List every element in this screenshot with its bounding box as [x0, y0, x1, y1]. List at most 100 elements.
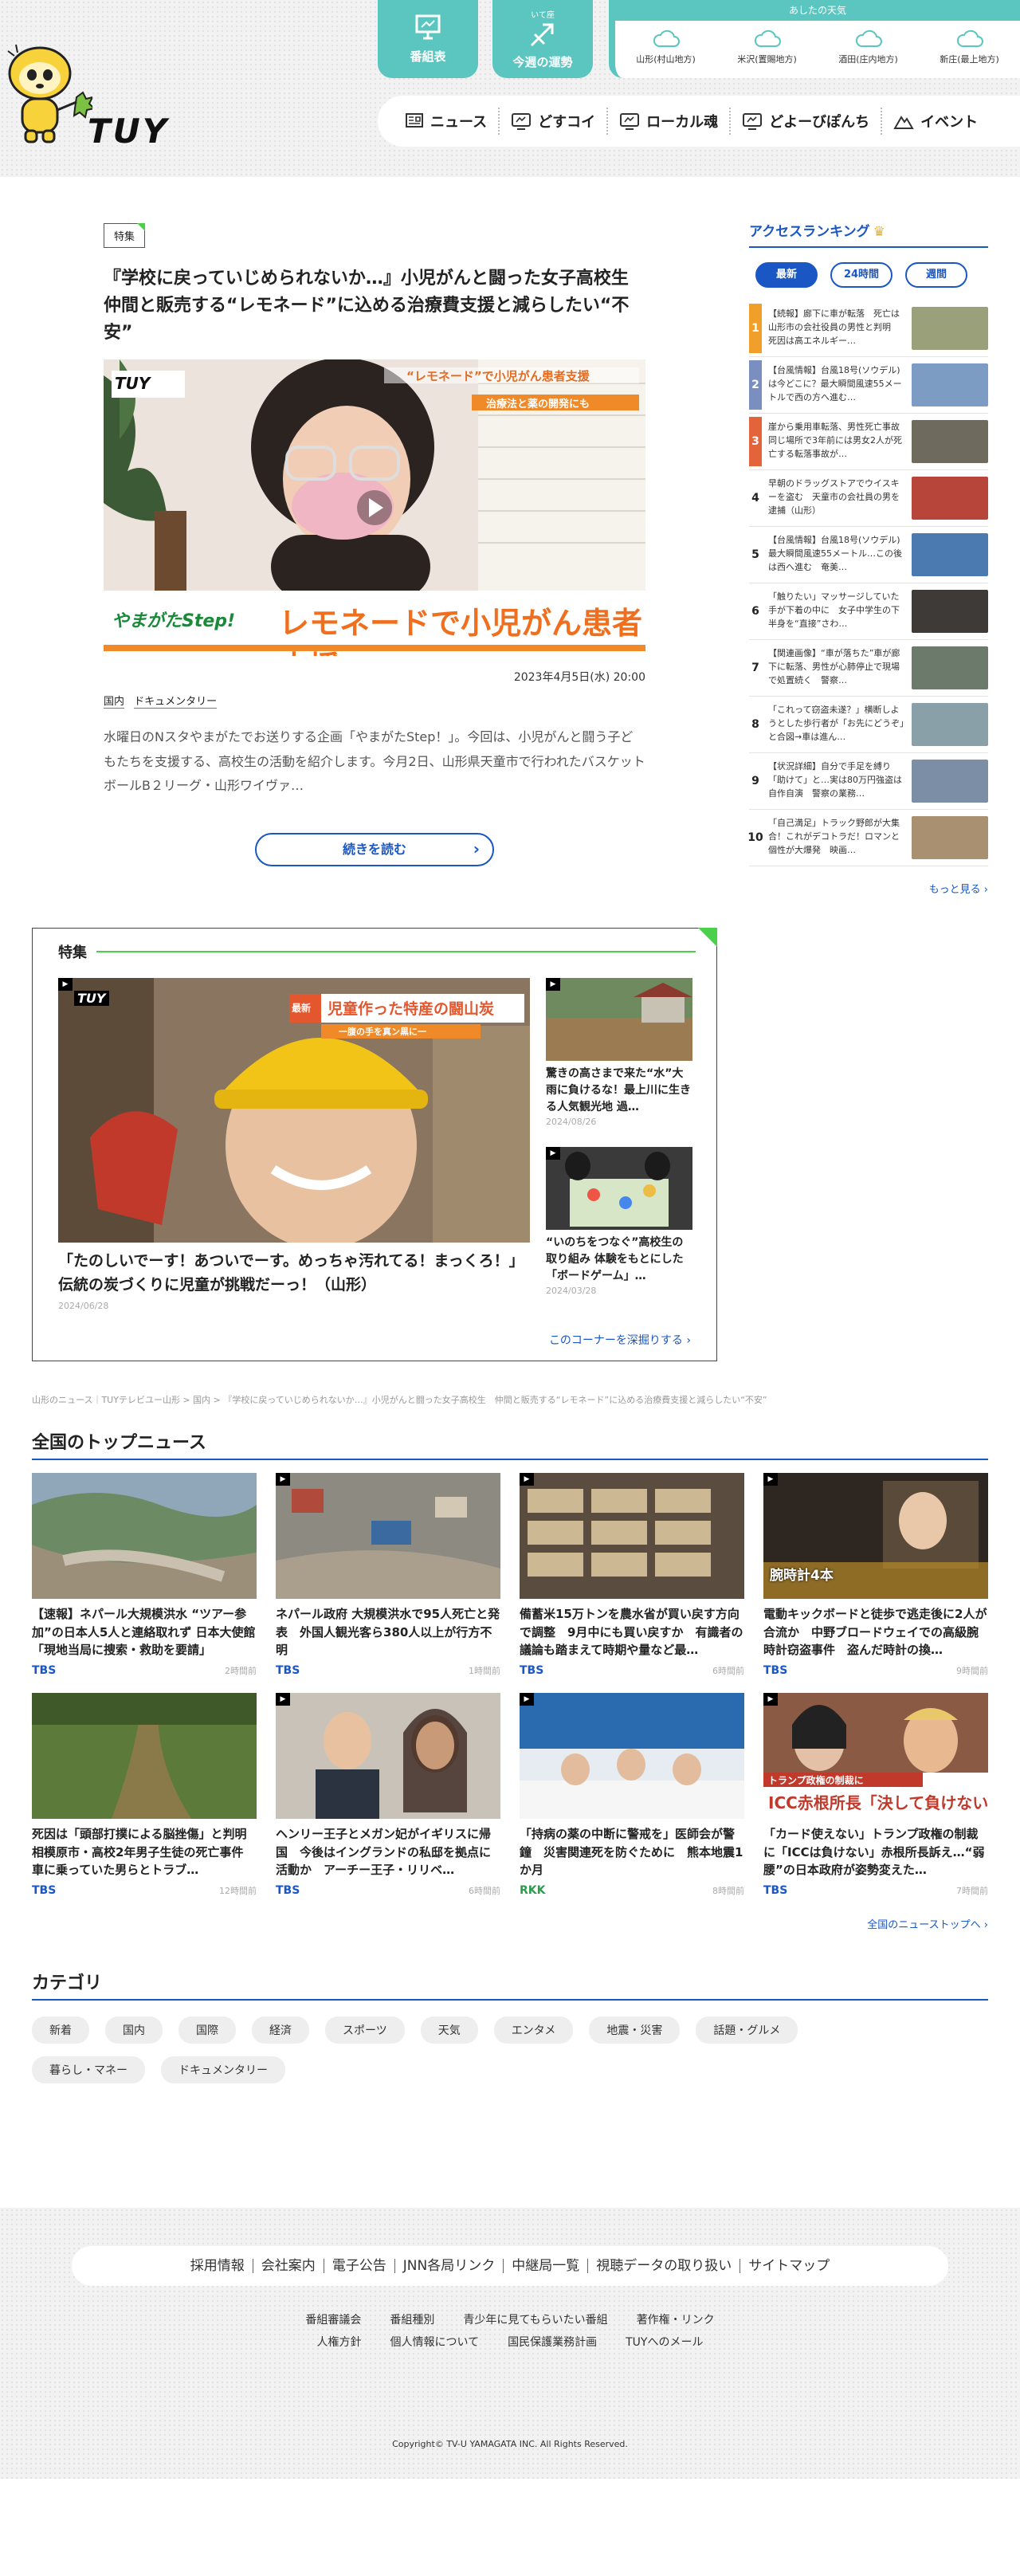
nav-dosukoi[interactable]: どすコイ — [500, 108, 609, 135]
footer-link[interactable]: 国民保護業務計画 — [508, 2334, 597, 2350]
weather-widget[interactable]: あしたの天気 山形(村山地方) 米沢(置賜地方) 酒田(庄内地方) 新庄(最上地… — [609, 0, 1020, 78]
news-image[interactable]: ▶ トランプ政権の制裁に ICC赤根所長「決して負けない」 — [763, 1693, 988, 1819]
news-image[interactable]: ▶ 腕時計4本 — [763, 1473, 988, 1599]
special-main-article[interactable]: ▶ TUY 最新 児童作った特産の闘山炭 一腹の手を真ン黒に一 「たのしいでーす… — [58, 978, 530, 1311]
news-image[interactable]: ▶ — [520, 1693, 744, 1819]
news-title[interactable]: ヘンリー王子とメガン妃がイギリスに帰国 今後はイングランドの私邸を拠点に活動か … — [276, 1825, 500, 1879]
category-chip[interactable]: 地震・災害 — [589, 2016, 681, 2044]
weather-city[interactable]: 米沢(置賜地方) — [724, 29, 811, 65]
ranking-item[interactable]: 4 早朝のドラッグストアでウイスキーを盗む 天童市の会社員の男を逮捕（山形） — [749, 470, 988, 527]
tag-link[interactable]: 国内 — [104, 696, 125, 709]
news-image[interactable]: ▶ — [276, 1693, 500, 1819]
news-image[interactable] — [32, 1693, 257, 1819]
news-title[interactable]: 【速報】ネパール大規模洪水 “ツアー参加”の日本人5人と連絡取れず 日本大使館「… — [32, 1605, 257, 1659]
category-chip[interactable]: 経済 — [252, 2016, 309, 2044]
category-chip[interactable]: 新着 — [32, 2016, 89, 2044]
ranking-item[interactable]: 3 崖から乗用車転落、男性死亡事故 同じ場所で3年前には男女2人が死亡する転落事故… — [749, 414, 988, 470]
footer-link[interactable]: 電子公告 — [324, 2259, 395, 2273]
category-chip[interactable]: 話題・グルメ — [696, 2016, 798, 2044]
category-chip[interactable]: 国内 — [105, 2016, 163, 2044]
rank-thumbnail[interactable] — [912, 420, 988, 463]
breadcrumb[interactable]: 山形のニュース｜TUYテレビユー山形 > 国内 > 『学校に戻っていじめられない… — [32, 1393, 988, 1406]
rank-title[interactable]: 【台風情報】台風18号(ソウデル)は今どこに？最大瞬間風速55メートルで西の方へ… — [762, 363, 912, 406]
special-side-title[interactable]: 驚きの高さまで来た“水”大雨に負けるな！最上川に生きる人気観光地 過… — [546, 1066, 692, 1115]
ranking-item[interactable]: 7 【関連画像】“車が落ちた”車が廊下に転落、男性が心肺停止で現場で処置続く 警察… — [749, 640, 988, 697]
footer-link[interactable]: 青少年に見てもらいたい番組 — [463, 2311, 607, 2327]
news-title[interactable]: 備蓄米15万トンを農水省が買い戻す方向で調整 9月中にも買い戻すか 有識者の議論… — [520, 1605, 744, 1659]
footer-link[interactable]: 視聴データの取り扱い — [588, 2259, 741, 2273]
rank-thumbnail[interactable] — [912, 646, 988, 689]
news-image[interactable]: ▶ — [520, 1473, 744, 1599]
ranking-item[interactable]: 8 「これって窃盗未遂？」横断しようとした歩行者が「お先にどうぞ」と合図→車は進ん… — [749, 697, 988, 753]
news-card[interactable]: ▶ ヘンリー王子とメガン妃がイギリスに帰国 今後はイングランドの私邸を拠点に活動… — [276, 1693, 500, 1897]
special-side-image[interactable]: ▶ — [546, 978, 692, 1061]
category-chip[interactable]: スポーツ — [325, 2016, 405, 2044]
rank-title[interactable]: 早朝のドラッグストアでウイスキーを盗む 天童市の会社員の男を逮捕（山形） — [762, 477, 912, 520]
rank-title[interactable]: 「これって窃盗未遂？」横断しようとした歩行者が「お先にどうぞ」と合図→車は進ん… — [762, 703, 912, 746]
ranking-item[interactable]: 1 【続報】廊下に車が転落 死亡は山形市の会社役員の男性と判明 死因は高エネルギー… — [749, 300, 988, 357]
rank-thumbnail[interactable] — [912, 363, 988, 406]
news-card[interactable]: ▶ 備蓄米15万トンを農水省が買い戻す方向で調整 9月中にも買い戻すか 有識者の… — [520, 1473, 744, 1677]
footer-link[interactable]: 番組種別 — [390, 2311, 434, 2327]
category-chip[interactable]: 暮らし・マネー — [32, 2056, 145, 2083]
rank-thumbnail[interactable] — [912, 816, 988, 859]
footer-link[interactable]: TUYへのメール — [626, 2334, 703, 2350]
special-main-title[interactable]: 「たのしいでーす！あついでーす。めっちゃ汚れてる！まっくろ！」伝統の炭づくりに児… — [58, 1249, 530, 1298]
weather-city[interactable]: 山形(村山地方) — [622, 29, 710, 65]
special-side-article[interactable]: ▶ 驚きの高さまで来た“水”大雨に負けるな！最上川に生きる人気観光地 過… 20… — [546, 978, 692, 1127]
ranking-item[interactable]: 6 「触りたい」マッサージしていた手が下着の中に 女子中学生の下半身を“直接”さわ… — [749, 583, 988, 640]
rank-thumbnail[interactable] — [912, 533, 988, 576]
news-card[interactable]: 【速報】ネパール大規模洪水 “ツアー参加”の日本人5人と連絡取れず 日本大使館「… — [32, 1473, 257, 1677]
site-logo[interactable]: TUY — [88, 112, 169, 151]
category-chip[interactable]: ドキュメンタリー — [161, 2056, 285, 2083]
news-title[interactable]: 死因は「頭部打撲による脳挫傷」と判明 相模原市・高校2年男子生徒の死亡事件 車に… — [32, 1825, 257, 1879]
special-more-link[interactable]: このコーナーを深掘りする › — [549, 1332, 691, 1348]
rank-title[interactable]: 【関連画像】“車が落ちた”車が廊下に転落、男性が心肺停止で現場で処置続く 警察… — [762, 646, 912, 689]
special-side-article[interactable]: ▶ “いのちをつなぐ”高校生の取り組み 体験をもとにした「ボードゲーム」… 20… — [546, 1147, 692, 1296]
read-more-button[interactable]: 続きを読む — [255, 833, 494, 867]
footer-link[interactable]: 中継局一覧 — [504, 2259, 589, 2273]
news-title[interactable]: 「カード使えない」トランプ政権の制裁に「ICCは負けない」赤根所長訴え…“弱腰”… — [763, 1825, 988, 1879]
footer-link[interactable]: 採用情報 — [182, 2259, 253, 2273]
rank-thumbnail[interactable] — [912, 703, 988, 746]
program-guide-button[interactable]: 番組表 — [378, 0, 478, 78]
special-side-title[interactable]: “いのちをつなぐ”高校生の取り組み 体験をもとにした「ボードゲーム」… — [546, 1235, 692, 1284]
fortune-button[interactable]: いて座 今週の運勢 — [492, 0, 593, 78]
special-side-image[interactable]: ▶ — [546, 1147, 692, 1230]
footer-link[interactable]: 人権方針 — [317, 2334, 362, 2350]
nav-news[interactable]: ニュース — [394, 108, 500, 135]
rank-thumbnail[interactable] — [912, 760, 988, 803]
news-image[interactable] — [32, 1473, 257, 1599]
news-card[interactable]: ▶ ネパール政府 大規模洪水で95人死亡と発表 外国人観光客ら380人以上が行方… — [276, 1473, 500, 1677]
ranking-tab-latest[interactable]: 最新 — [755, 262, 818, 288]
ranking-item[interactable]: 5 【台風情報】台風18号(ソウデル) 最大瞬間風速55メートル…この後は西へ進む… — [749, 527, 988, 583]
news-card[interactable]: ▶ 腕時計4本 電動キックボードと徒歩で逃走後に2人が合流か 中野ブロードウェイ… — [763, 1473, 988, 1677]
footer-link[interactable]: JNN各局リンク — [395, 2259, 504, 2273]
rank-title[interactable]: 【状況詳細】自分で手足を縛り「助けて」と…実は80万円強盗は自作自演 警察の業務… — [762, 760, 912, 803]
news-image[interactable]: ▶ — [276, 1473, 500, 1599]
ranking-item[interactable]: 9 【状況詳細】自分で手足を縛り「助けて」と…実は80万円強盗は自作自演 警察の業… — [749, 753, 988, 810]
rank-thumbnail[interactable] — [912, 477, 988, 520]
nav-event[interactable]: イベント — [882, 108, 989, 135]
category-chip[interactable]: エンタメ — [493, 2016, 574, 2044]
category-chip[interactable]: 国際 — [178, 2016, 236, 2044]
ranking-tab-weekly[interactable]: 週間 — [905, 262, 967, 288]
rank-title[interactable]: 崖から乗用車転落、男性死亡事故 同じ場所で3年前には男女2人が死亡する転落事故が… — [762, 420, 912, 463]
footer-link[interactable]: サイトマップ — [740, 2259, 838, 2273]
news-card[interactable]: ▶ 「持病の薬の中断に警戒を」医師会が警鐘 災害関連死を防ぐために 熊本地震1か… — [520, 1693, 744, 1897]
rank-title[interactable]: 【続報】廊下に車が転落 死亡は山形市の会社役員の男性と判明 死因は高エネルギー… — [762, 307, 912, 350]
news-title[interactable]: 「持病の薬の中断に警戒を」医師会が警鐘 災害関連死を防ぐために 熊本地震1か月 — [520, 1825, 744, 1879]
ranking-item[interactable]: 10 「自己満足」トラック野郎が大集合！これがデコトラだ！ロマンと個性が大爆発 映… — [747, 810, 988, 866]
footer-link[interactable]: 番組審議会 — [305, 2311, 361, 2327]
rank-title[interactable]: 「自己満足」トラック野郎が大集合！これがデコトラだ！ロマンと個性が大爆発 映画… — [762, 816, 912, 859]
tag-link[interactable]: ドキュメンタリー — [134, 696, 218, 709]
nav-doyobi[interactable]: どよーびぽんち — [731, 108, 883, 135]
feature-image[interactable]: TUY “レモネード”で小児がん患者支援 治療法と薬の開発にも やまがたStep… — [104, 359, 645, 657]
rank-thumbnail[interactable] — [912, 590, 988, 633]
nav-local[interactable]: ローカル魂 — [608, 108, 732, 135]
rank-title[interactable]: 【台風情報】台風18号(ソウデル) 最大瞬間風速55メートル…この後は西へ進む … — [762, 533, 912, 576]
special-main-image[interactable]: ▶ TUY 最新 児童作った特産の闘山炭 一腹の手を真ン黒に一 — [58, 978, 530, 1243]
news-title[interactable]: ネパール政府 大規模洪水で95人死亡と発表 外国人観光客ら380人以上が行方不明 — [276, 1605, 500, 1659]
weather-city[interactable]: 酒田(庄内地方) — [825, 29, 912, 65]
news-title[interactable]: 電動キックボードと徒歩で逃走後に2人が合流か 中野ブロードウェイでの高級腕時計窃… — [763, 1605, 988, 1659]
